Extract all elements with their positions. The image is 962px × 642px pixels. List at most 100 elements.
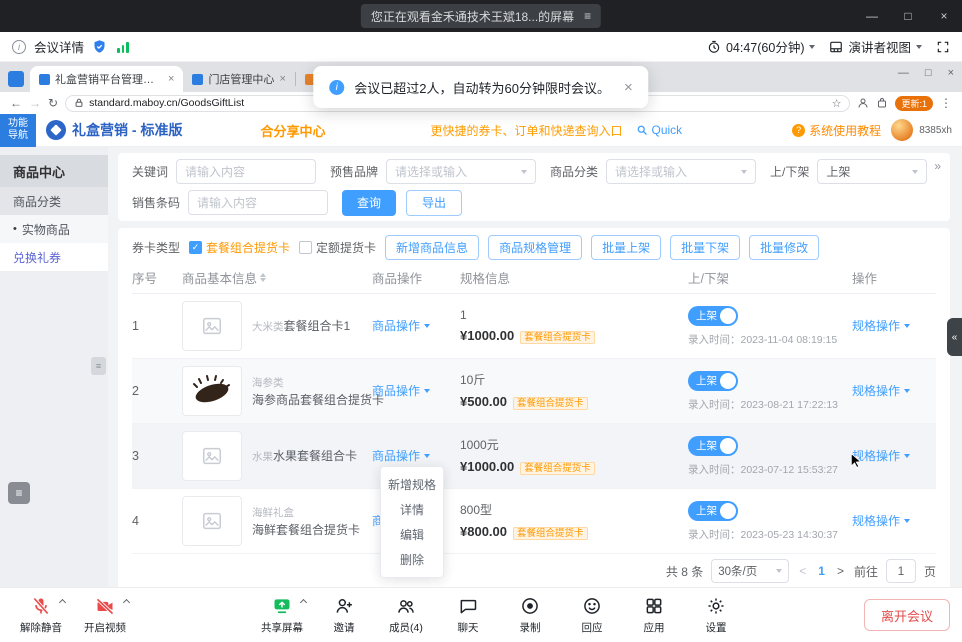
onshelf-toggle[interactable]: 上架	[688, 436, 738, 456]
close-button[interactable]: ×	[926, 0, 962, 32]
spec-op-dropdown[interactable]: 规格操作	[852, 317, 910, 334]
page-size-select[interactable]: 30条/页	[711, 559, 789, 583]
meeting-bottombar: 解除静音 开启视频 共享屏幕 邀请	[0, 587, 962, 642]
bottombar-item-share-screen[interactable]: 共享屏幕	[253, 595, 311, 635]
checkbox-unchecked-icon	[299, 241, 312, 254]
spec-op-dropdown[interactable]: 规格操作	[852, 447, 910, 464]
product-name: 套餐组合卡1	[284, 319, 351, 333]
security-shield-icon[interactable]	[92, 39, 107, 54]
browser-tab-gift-admin[interactable]: 礼盒营销平台管理中心 ×	[30, 66, 183, 92]
shelf-select[interactable]: 上架	[817, 159, 927, 184]
bottombar-item-apps[interactable]: 应用	[625, 595, 683, 635]
function-nav-toggle[interactable]: 功能导航	[0, 114, 36, 147]
back-icon[interactable]: ←	[10, 96, 22, 110]
sidebar-item-gift-voucher[interactable]: 兑换礼券	[0, 243, 108, 271]
meeting-timer-dropdown[interactable]: 04:47(60分钟)	[707, 37, 816, 56]
col-info[interactable]: 商品基本信息	[182, 268, 372, 287]
filter-collapse-icon[interactable]: »	[934, 159, 940, 173]
checkbox-fixed-card[interactable]: 定额提货卡	[299, 239, 376, 256]
bullet-dot-icon: •	[13, 223, 17, 235]
browser-close-button[interactable]: ×	[948, 67, 954, 79]
leave-meeting-button[interactable]: 离开会议	[864, 599, 950, 631]
bottombar-item-reaction[interactable]: 回应	[563, 595, 621, 635]
goto-page-input[interactable]: 1	[886, 559, 916, 583]
batch-onshelf-button[interactable]: 批量上架	[591, 235, 661, 260]
spec-manage-button[interactable]: 商品规格管理	[488, 235, 582, 260]
bookmark-star-icon[interactable]: ☆	[832, 97, 842, 110]
browser-minimize-button[interactable]: —	[898, 67, 909, 79]
view-mode-dropdown[interactable]: 演讲者视图	[829, 37, 922, 56]
browser-tab-store-admin[interactable]: 门店管理中心 ×	[183, 66, 294, 92]
forward-icon[interactable]: →	[29, 96, 41, 110]
add-product-button[interactable]: 新增商品信息	[385, 235, 479, 260]
meeting-details-link[interactable]: 会议详情	[34, 37, 84, 56]
chevron-down-icon	[741, 170, 747, 174]
function-nav-label: 功能导航	[7, 118, 29, 143]
onshelf-toggle[interactable]: 上架	[688, 371, 738, 391]
meeting-notification-banner: i 会议已超过2人，自动转为60分钟限时会议。 ×	[313, 66, 648, 108]
sidebar-group-product-center[interactable]: 商品中心	[0, 155, 108, 187]
profile-icon[interactable]	[857, 97, 869, 109]
shelf-value: 上架	[826, 163, 850, 180]
menu-item-edit[interactable]: 编辑	[381, 522, 443, 547]
chevron-up-icon[interactable]	[300, 599, 307, 606]
spec-op-dropdown[interactable]: 规格操作	[852, 382, 910, 399]
tab-close-icon[interactable]: ×	[279, 73, 285, 85]
bottombar-item-members[interactable]: 成员(4)	[377, 595, 435, 635]
chevron-up-icon[interactable]	[59, 599, 66, 606]
quick-search-link[interactable]: Quick	[636, 123, 682, 137]
menu-item-add-spec[interactable]: 新增规格	[381, 472, 443, 497]
product-op-dropdown[interactable]: 商品操作	[372, 382, 430, 399]
browser-logo-icon[interactable]	[8, 71, 24, 87]
export-button[interactable]: 导出	[406, 190, 462, 216]
product-op-dropdown-open[interactable]: 商品操作	[372, 447, 430, 464]
browser-update-badge[interactable]: 更新:1	[895, 96, 933, 111]
fullscreen-button[interactable]	[936, 40, 950, 54]
chevron-down-icon	[912, 170, 918, 174]
category-select[interactable]: 请选择或输入	[606, 159, 756, 184]
reload-icon[interactable]: ↻	[48, 96, 58, 110]
batch-offshelf-button[interactable]: 批量下架	[670, 235, 740, 260]
bottombar-item-unmute[interactable]: 解除静音	[12, 595, 70, 635]
menu-item-delete[interactable]: 删除	[381, 547, 443, 572]
sidebar-item-physical-goods[interactable]: • 实物商品	[0, 215, 108, 243]
product-op-dropdown[interactable]: 商品操作	[372, 317, 430, 334]
extensions-puzzle-icon[interactable]	[876, 97, 888, 109]
next-page-button[interactable]: >	[835, 564, 846, 578]
share-center-link[interactable]: 合分享中心	[260, 121, 325, 140]
checkbox-combo-card[interactable]: ✓ 套餐组合提货卡	[189, 239, 290, 256]
onshelf-toggle[interactable]: 上架	[688, 501, 738, 521]
bottombar-item-invite[interactable]: 邀请	[315, 595, 373, 635]
bottombar-item-settings[interactable]: 设置	[687, 595, 745, 635]
title-menu-icon[interactable]: ≡	[584, 9, 591, 23]
tutorial-link[interactable]: ? 系统使用教程	[792, 122, 881, 139]
meeting-panel-toggle[interactable]: ≡	[8, 482, 30, 504]
barcode-input[interactable]	[188, 190, 328, 215]
bottombar-item-start-video[interactable]: 开启视频	[76, 595, 134, 635]
bottombar-item-record[interactable]: 录制	[501, 595, 559, 635]
sort-icon[interactable]	[260, 273, 266, 282]
chevron-down-icon	[916, 45, 922, 49]
browser-menu-icon[interactable]: ⋮	[940, 96, 952, 110]
tab-close-icon[interactable]: ×	[168, 73, 174, 85]
sidebar-item-product-category[interactable]: 商品分类	[0, 187, 108, 215]
chevron-up-icon[interactable]	[123, 599, 130, 606]
search-button[interactable]: 查询	[342, 190, 396, 216]
onshelf-toggle[interactable]: 上架	[688, 306, 738, 326]
current-page[interactable]: 1	[816, 564, 827, 578]
spec-op-dropdown[interactable]: 规格操作	[852, 512, 910, 529]
minimize-button[interactable]: —	[854, 0, 890, 32]
prev-page-button[interactable]: <	[797, 564, 808, 578]
total-count: 共 8 条	[666, 563, 703, 580]
brand-select[interactable]: 请选择或输入	[386, 159, 536, 184]
menu-item-details[interactable]: 详情	[381, 497, 443, 522]
banner-close-icon[interactable]: ×	[624, 79, 633, 96]
user-avatar[interactable]	[891, 119, 913, 141]
maximize-button[interactable]: □	[890, 0, 926, 32]
side-drawer-handle[interactable]: «	[947, 318, 962, 356]
sidebar-collapse-handle[interactable]: ≡	[91, 357, 106, 375]
browser-maximize-button[interactable]: □	[925, 67, 932, 79]
keyword-input[interactable]	[176, 159, 316, 184]
batch-edit-button[interactable]: 批量修改	[749, 235, 819, 260]
bottombar-item-chat[interactable]: 聊天	[439, 595, 497, 635]
